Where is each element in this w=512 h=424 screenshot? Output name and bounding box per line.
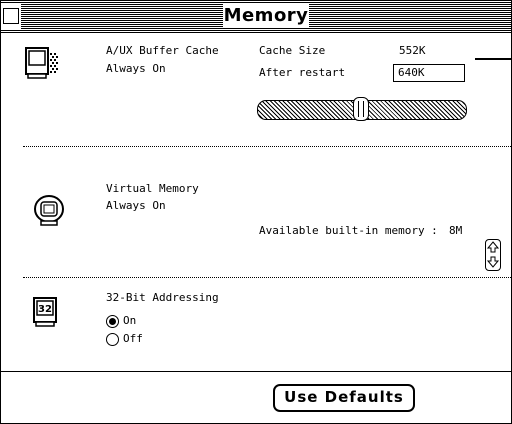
32bit-icon-text: 32 — [38, 304, 52, 315]
virtual-memory-status: Always On — [106, 199, 166, 212]
cache-status: Always On — [106, 62, 166, 75]
cache-slider-thumb[interactable] — [353, 97, 369, 121]
section-divider — [23, 277, 511, 278]
radio-off-label: Off — [123, 332, 143, 345]
title-bar[interactable]: Memory — [1, 1, 511, 33]
addressing-label: 32-Bit Addressing — [106, 291, 219, 304]
cache-size-label: Cache Size — [259, 44, 326, 57]
disk-icon — [34, 195, 64, 226]
after-restart-field[interactable]: 640K — [393, 64, 465, 82]
up-arrow-icon[interactable] — [486, 240, 500, 255]
virtual-memory-label: Virtual Memory — [106, 182, 199, 195]
available-memory-value: 8M — [449, 224, 463, 237]
cache-label: A/UX Buffer Cache — [106, 44, 219, 57]
radio-on-label: On — [123, 314, 137, 327]
cache-indicator-line — [475, 58, 511, 60]
footer-divider — [1, 371, 511, 372]
window-title: Memory — [223, 4, 309, 28]
down-arrow-icon[interactable] — [486, 255, 500, 270]
radio-on[interactable] — [106, 315, 119, 328]
cache-size-value: 552K — [399, 44, 426, 57]
memory-window: Memory A/UX Buffer Cache Always On Cache… — [0, 0, 512, 424]
memory-stepper[interactable] — [485, 239, 501, 271]
use-defaults-button[interactable]: Use Defaults — [273, 384, 415, 412]
close-box-icon[interactable] — [3, 8, 19, 24]
section-divider — [23, 146, 511, 147]
radio-off[interactable] — [106, 333, 119, 346]
32bit-icon: 32 — [33, 297, 57, 327]
mac-monitor-icon — [25, 47, 58, 79]
available-memory-label: Available built-in memory : — [259, 224, 438, 237]
after-restart-label: After restart — [259, 66, 346, 79]
